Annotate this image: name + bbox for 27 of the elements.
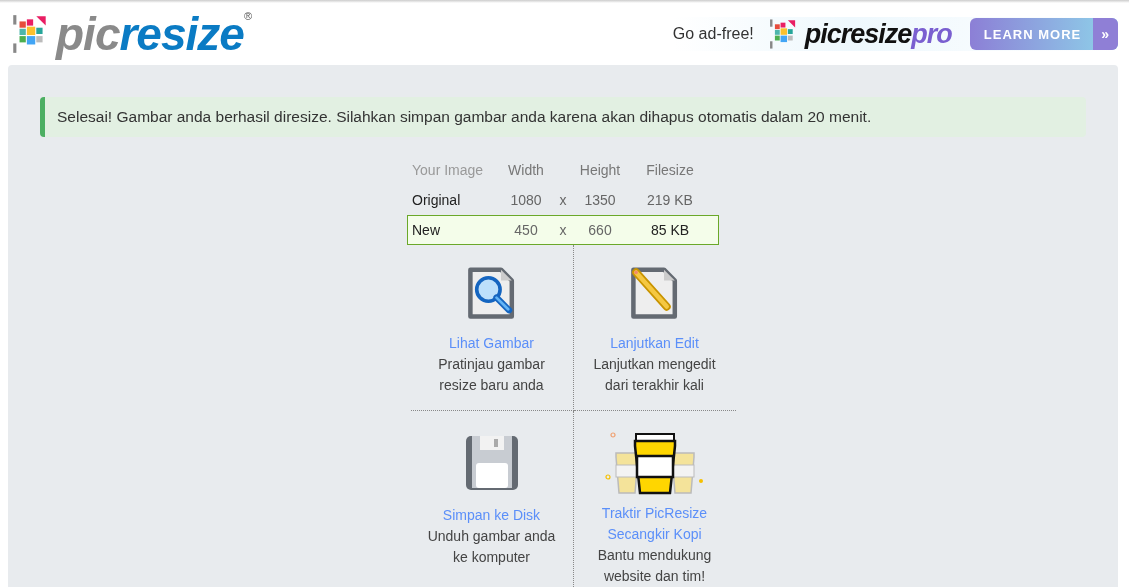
learn-more-button[interactable]: LEARN MORE » xyxy=(969,18,1118,50)
action-description: Lanjutkan mengedit dari terakhir kali xyxy=(592,355,717,395)
action-link[interactable]: Lihat Gambar xyxy=(449,333,534,354)
table-cell-text: 1350 xyxy=(583,192,617,208)
success-alert: Selesai! Gambar anda berhasil diresize. Silahkan simpan gambar anda karena akan dihapus otomatis dalam 20 menit. xyxy=(40,97,1086,137)
action-description: Pratinjau gambar resize baru anda xyxy=(437,355,546,395)
table-cell-text: 85 KB xyxy=(649,222,691,238)
action-description: Unduh gambar anda ke komputer xyxy=(426,527,557,567)
table-cell-text: x xyxy=(558,192,568,208)
pro-logo-wordmark: picresizepro xyxy=(804,18,952,50)
table-cell-text: New xyxy=(411,222,441,238)
table-cell-text: 1080 xyxy=(509,192,543,208)
action-link[interactable]: Lanjutkan Edit xyxy=(610,333,699,354)
table-cell-text: 219 KB xyxy=(646,192,694,208)
column-header: Height xyxy=(578,162,622,178)
column-header: Filesize xyxy=(645,162,695,178)
action-description: Bantu mendukung website dan tim! xyxy=(596,546,713,586)
coffee-cups-icon[interactable] xyxy=(604,431,705,495)
table-cell-text: 660 xyxy=(587,222,613,238)
table-cell-text: Original xyxy=(411,192,462,208)
table-cell-text: x xyxy=(558,222,568,238)
action-link[interactable]: Simpan ke Disk xyxy=(442,505,541,526)
promo-text: Go ad-free! xyxy=(672,25,754,43)
column-header: Your Image xyxy=(411,162,485,178)
column-header: Width xyxy=(507,162,545,178)
action-link[interactable]: Traktir PicResize Secangkir Kopi xyxy=(573,503,736,545)
table-cell-text: 450 xyxy=(513,222,539,238)
